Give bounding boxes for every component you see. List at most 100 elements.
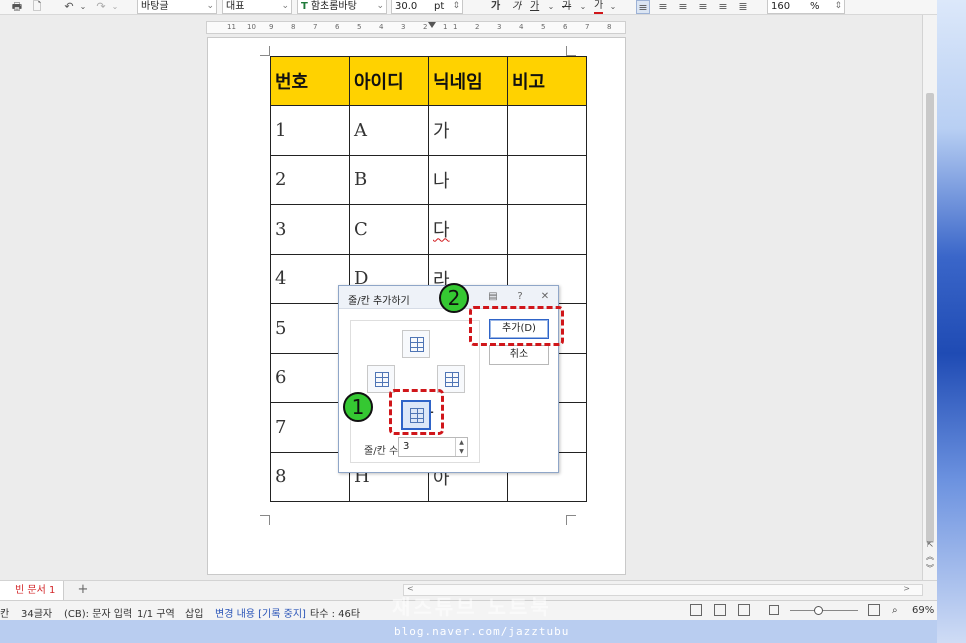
scroll-thumb[interactable] bbox=[926, 93, 934, 543]
align-left-icon[interactable]: ≡ bbox=[656, 0, 670, 14]
table-cell[interactable]: 3 bbox=[270, 204, 350, 255]
table-cell[interactable]: A bbox=[349, 105, 429, 156]
table-header-row: 번호 아이디 닉네임 비고 bbox=[270, 56, 587, 106]
table-cell[interactable]: 가 bbox=[428, 105, 508, 156]
status-column: 칸 bbox=[0, 609, 10, 620]
page-down-icon[interactable]: ︾ bbox=[924, 563, 936, 574]
line-spacing-input[interactable]: 160 % ⇕ bbox=[767, 0, 845, 14]
zoom-slider-thumb[interactable] bbox=[814, 606, 823, 615]
close-icon[interactable]: ✕ bbox=[539, 291, 551, 302]
bold-button[interactable]: 가 bbox=[491, 0, 500, 14]
ruler-tick: 1 bbox=[453, 23, 458, 31]
table-header-cell[interactable]: 번호 bbox=[270, 56, 350, 106]
underline-dropdown-icon[interactable]: ⌄ bbox=[544, 0, 558, 14]
font-color-button[interactable]: 가 bbox=[594, 0, 604, 14]
ruler-tick: 2 bbox=[423, 23, 428, 31]
ruler-tick: 8 bbox=[291, 23, 296, 31]
ruler-tick: 8 bbox=[607, 23, 612, 31]
vertical-scrollbar[interactable]: ⇱ ︽ ︾ bbox=[922, 15, 937, 580]
ruler-tick: 11 bbox=[227, 23, 236, 31]
highlight-box-add bbox=[469, 306, 564, 346]
help-icon[interactable]: ? bbox=[514, 291, 526, 302]
font-size-input[interactable]: 30.0 pt ⇕ bbox=[391, 0, 463, 14]
undo-icon[interactable]: ↶ bbox=[62, 0, 76, 14]
ruler-tick: 10 bbox=[247, 23, 256, 31]
ruler-tick: 6 bbox=[563, 23, 568, 31]
font-select-value: 함초롬바탕 bbox=[310, 1, 357, 12]
font-select[interactable]: T 함초롬바탕 ⌄ bbox=[297, 0, 387, 14]
footer-banner: blog.naver.com/jazztubu bbox=[0, 620, 937, 643]
table-header-cell[interactable]: 닉네임 bbox=[428, 56, 508, 106]
table-cell[interactable] bbox=[507, 204, 587, 255]
watermark-text: 재즈튜브 노트북 bbox=[392, 595, 552, 619]
dialog-title: 줄/칸 추가하기 bbox=[348, 296, 410, 307]
indent-marker[interactable] bbox=[428, 22, 436, 28]
ruler-tick: 5 bbox=[357, 23, 362, 31]
add-above-icon[interactable] bbox=[402, 330, 430, 358]
zoom-slider-track[interactable] bbox=[790, 610, 858, 611]
table-header-cell[interactable]: 아이디 bbox=[349, 56, 429, 106]
table-cell[interactable] bbox=[507, 154, 587, 205]
full-page-icon[interactable] bbox=[738, 604, 750, 616]
align-justify-icon[interactable]: ≡ bbox=[636, 0, 650, 14]
table-cell[interactable]: C bbox=[349, 204, 429, 255]
fit-width-icon[interactable] bbox=[769, 605, 779, 615]
stepper-arrows-icon[interactable]: ▲ ▼ bbox=[455, 438, 467, 456]
table-cell[interactable]: 2 bbox=[270, 154, 350, 205]
align-divide-icon[interactable]: ≣ bbox=[736, 0, 750, 14]
scroll-right-icon[interactable]: > bbox=[903, 584, 910, 593]
print-preview-icon[interactable]: 🗋 bbox=[30, 0, 44, 14]
italic-button[interactable]: 가 bbox=[512, 0, 521, 14]
ruler-tick: 1 bbox=[443, 23, 448, 31]
style-select[interactable]: 바탕글 ⌄ bbox=[137, 0, 217, 14]
redo-icon[interactable]: ↷ bbox=[94, 0, 108, 14]
spacing-stepper-icon[interactable]: ⇕ bbox=[834, 0, 842, 13]
align-right-icon[interactable]: ≡ bbox=[696, 0, 710, 14]
status-track-changes[interactable]: 변경 내용 [기록 중지] bbox=[215, 605, 306, 620]
line-spacing-value: 160 bbox=[771, 1, 791, 12]
ruler-tick: 7 bbox=[313, 23, 318, 31]
size-stepper-icon[interactable]: ⇕ bbox=[452, 0, 460, 13]
page-up-icon[interactable]: ︽ bbox=[924, 551, 936, 562]
tab-blank-document[interactable]: 빈 문서 1 bbox=[0, 581, 64, 600]
table-cell[interactable]: 나 bbox=[428, 154, 508, 205]
count-stepper[interactable]: 3 ▲ ▼ bbox=[398, 437, 468, 457]
table-row: 3 C 다 bbox=[270, 204, 587, 255]
align-center-icon[interactable]: ≡ bbox=[676, 0, 690, 14]
normal-view-icon[interactable] bbox=[690, 604, 702, 616]
comment-icon[interactable]: ▤ bbox=[487, 291, 499, 302]
table-cell[interactable] bbox=[507, 105, 587, 156]
zoom-level[interactable]: 69% bbox=[912, 605, 934, 616]
margin-corner bbox=[566, 46, 576, 56]
prev-page-icon[interactable]: ⇱ bbox=[924, 539, 936, 550]
chevron-down-icon: ⌄ bbox=[281, 1, 289, 11]
print-icon[interactable]: 🖶 bbox=[10, 0, 24, 14]
redo-dropdown-icon[interactable]: ⌄ bbox=[108, 0, 122, 14]
align-distribute-icon[interactable]: ≡ bbox=[716, 0, 730, 14]
table-cell[interactable]: 1 bbox=[270, 105, 350, 156]
underline-button[interactable]: 가 bbox=[530, 0, 539, 14]
status-input-mode[interactable]: (CB): 문자 입력 bbox=[64, 605, 132, 620]
font-size-value: 30.0 bbox=[395, 1, 418, 12]
cancel-button[interactable]: 취소 bbox=[489, 345, 549, 365]
table-cell[interactable]: 다 bbox=[428, 204, 508, 255]
language-select[interactable]: 대표 ⌄ bbox=[222, 0, 292, 14]
zoom-search-icon[interactable]: ⌕ bbox=[892, 605, 898, 616]
strikethrough-button[interactable]: 가 bbox=[562, 0, 571, 14]
font-type-icon: T bbox=[301, 1, 308, 12]
table-cell[interactable]: B bbox=[349, 154, 429, 205]
color-dropdown-icon[interactable]: ⌄ bbox=[606, 0, 620, 14]
font-size-unit: pt bbox=[434, 1, 445, 12]
ruler-tick: 5 bbox=[541, 23, 546, 31]
web-view-icon[interactable] bbox=[714, 604, 726, 616]
add-tab-button[interactable]: + bbox=[70, 581, 96, 600]
strike-dropdown-icon[interactable]: ⌄ bbox=[576, 0, 590, 14]
ruler-tick: 2 bbox=[475, 23, 480, 31]
fit-page-icon[interactable] bbox=[868, 604, 880, 616]
status-insert-mode[interactable]: 삽입 bbox=[185, 605, 203, 620]
horizontal-ruler[interactable]: 11 10 9 8 7 6 5 4 3 2 1 1 2 3 4 5 6 7 8 bbox=[206, 21, 626, 34]
undo-dropdown-icon[interactable]: ⌄ bbox=[76, 0, 90, 14]
margin-corner bbox=[566, 515, 576, 525]
table-header-cell[interactable]: 비고 bbox=[507, 56, 587, 106]
margin-corner bbox=[260, 46, 270, 56]
